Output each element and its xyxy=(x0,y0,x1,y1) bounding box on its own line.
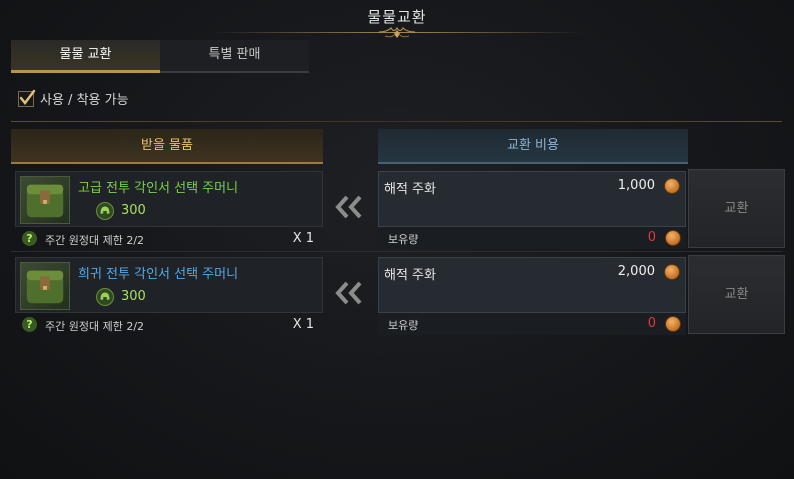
checkmark-icon xyxy=(19,89,36,105)
title-divider-right xyxy=(394,32,584,33)
cost-value: 2,000 xyxy=(617,264,655,279)
cost-currency-label: 해적 주화 xyxy=(384,182,436,197)
owned-value: 0 xyxy=(647,230,656,245)
pirate-coin-icon xyxy=(664,178,680,194)
title-ornament-icon xyxy=(378,26,416,38)
item-name: 고급 전투 각인서 선택 주머니 xyxy=(78,181,239,196)
cost-header: 교환 비용 xyxy=(378,129,688,164)
helmet-icon xyxy=(96,288,114,306)
cost-value: 1,000 xyxy=(617,178,655,193)
item-box[interactable]: 희귀 전투 각인서 선택 주머니 300 xyxy=(15,257,323,313)
owned-row: 보유량 0 xyxy=(378,313,686,335)
owned-value: 0 xyxy=(647,316,656,331)
pirate-coin-icon xyxy=(665,230,681,246)
limit-row: ? 주간 원정대 제한 2/2 X 1 xyxy=(15,229,323,249)
cost-currency-label: 해적 주화 xyxy=(384,268,436,283)
cost-box: 해적 주화 2,000 xyxy=(378,257,686,313)
pirate-coin-icon xyxy=(664,264,680,280)
limit-text: 주간 원정대 제한 2/2 xyxy=(45,234,145,247)
owned-label: 보유량 xyxy=(388,233,419,246)
item-count: 300 xyxy=(121,203,146,218)
pouch-icon xyxy=(20,262,70,310)
section-divider xyxy=(11,121,782,122)
quantity: X 1 xyxy=(292,231,314,246)
double-chevron-left-icon xyxy=(335,281,362,305)
receive-header: 받을 물품 xyxy=(11,129,323,164)
limit-row: ? 주간 원정대 제한 2/2 X 1 xyxy=(15,315,323,335)
exchange-row: 고급 전투 각인서 선택 주머니 300 ? 주간 원정대 제한 2/2 X 1… xyxy=(0,169,794,252)
limit-text: 주간 원정대 제한 2/2 xyxy=(45,320,145,333)
pouch-icon xyxy=(20,176,70,224)
item-name: 희귀 전투 각인서 선택 주머니 xyxy=(78,267,239,282)
exchange-row: 희귀 전투 각인서 선택 주머니 300 ? 주간 원정대 제한 2/2 X 1… xyxy=(0,255,794,337)
usable-checkbox[interactable] xyxy=(18,89,36,107)
usable-filter[interactable]: 사용 / 착용 가능 xyxy=(18,89,129,108)
owned-label: 보유량 xyxy=(388,319,419,332)
item-box[interactable]: 고급 전투 각인서 선택 주머니 300 xyxy=(15,171,323,227)
pirate-coin-icon xyxy=(665,316,681,332)
helmet-icon xyxy=(96,202,114,220)
question-icon[interactable]: ? xyxy=(22,317,37,332)
title-divider-left xyxy=(210,32,400,33)
quantity: X 1 xyxy=(292,317,314,332)
cost-box: 해적 주화 1,000 xyxy=(378,171,686,227)
tab-barter[interactable]: 물물 교환 xyxy=(11,40,160,73)
row-divider xyxy=(11,251,782,252)
tab-bar: 물물 교환 특별 판매 xyxy=(11,40,309,73)
exchange-button[interactable]: 교환 xyxy=(688,169,785,248)
exchange-button[interactable]: 교환 xyxy=(688,255,785,334)
usable-filter-label: 사용 / 착용 가능 xyxy=(40,93,129,108)
double-chevron-left-icon xyxy=(335,195,362,219)
title-bar: 물물교환 xyxy=(0,0,794,40)
tab-special-sale[interactable]: 특별 판매 xyxy=(160,40,309,73)
item-count: 300 xyxy=(121,289,146,304)
question-icon[interactable]: ? xyxy=(22,231,37,246)
owned-row: 보유량 0 xyxy=(378,227,686,249)
